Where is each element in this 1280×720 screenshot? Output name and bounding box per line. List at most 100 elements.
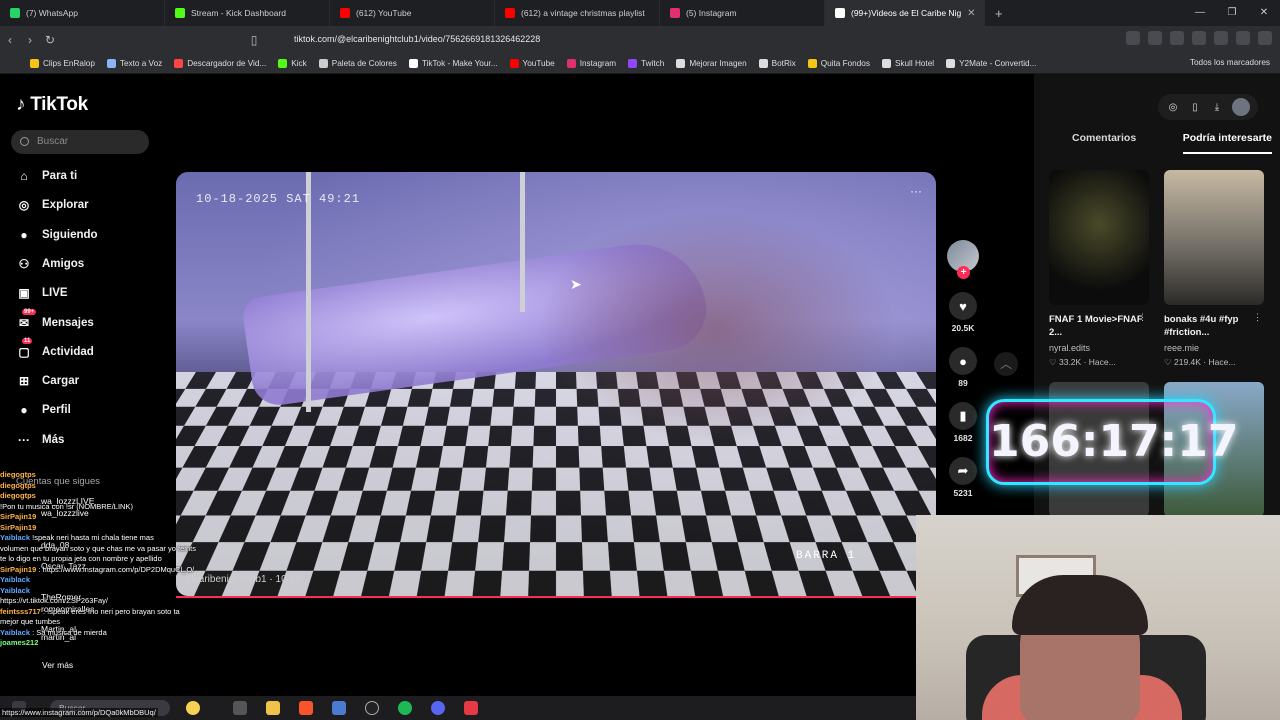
extension-icon[interactable]: [1126, 31, 1140, 45]
video-progress-bar[interactable]: [176, 596, 916, 598]
chat-message: SirPajin19: [0, 512, 240, 523]
back-icon[interactable]: ‹: [0, 33, 20, 47]
bookmark-item[interactable]: BotRix: [758, 58, 796, 68]
bookmark-item[interactable]: Y2Mate - Convertid...: [946, 58, 1036, 68]
explore-icon[interactable]: ◎: [1166, 100, 1180, 114]
like-action[interactable]: ♥ 20.5K: [945, 292, 981, 333]
bookmark-item[interactable]: Clips EnRalop: [30, 58, 95, 68]
suggested-video-card[interactable]: FNAF 1 Movie>FNAF 2... nyral.edits ♡ 33.…: [1049, 170, 1149, 368]
bookmark-item[interactable]: Quita Fondos: [807, 58, 870, 68]
browser-tab[interactable]: (612) YouTube: [330, 0, 495, 26]
extension-icon[interactable]: [1192, 31, 1206, 45]
bookmark-item[interactable]: Skull Hotel: [881, 58, 934, 68]
see-more-link[interactable]: Ver más: [42, 660, 73, 670]
video-timestamp: 10-18-2025 SAT 49:21: [196, 192, 361, 206]
card-user[interactable]: reee.mie: [1164, 343, 1264, 353]
menu-icon[interactable]: [1258, 31, 1272, 45]
comment-icon[interactable]: ●: [949, 347, 977, 375]
chat-message: SirPajin19: [0, 523, 240, 534]
chat-username: SirPajin19: [0, 564, 37, 574]
browser-tab[interactable]: (99+)Videos de El Caribe Nig ✕: [825, 0, 985, 26]
nav-item-mensajes[interactable]: ✉ Mensajes 99+: [16, 308, 94, 333]
chat-text: : https://www.instagram.com/p/DP2DMquCl_…: [38, 564, 195, 574]
card-user[interactable]: nyral.edits: [1049, 343, 1149, 353]
download-icon[interactable]: ⤓: [1210, 100, 1224, 114]
bookmark-item[interactable]: TikTok - Make Your...: [408, 58, 498, 68]
task-view-icon[interactable]: [233, 701, 247, 715]
spotify-icon[interactable]: [398, 701, 412, 715]
tab-podria-interesarte[interactable]: Podría interesarte: [1182, 132, 1272, 154]
video-thumbnail[interactable]: [1164, 170, 1264, 305]
card-more-icon[interactable]: ⋮: [1253, 312, 1262, 323]
heart-icon[interactable]: ♥: [949, 292, 977, 320]
more-options-icon[interactable]: ···: [910, 184, 922, 198]
upload-icon: ⊞: [18, 374, 30, 389]
search-input[interactable]: Buscar: [11, 130, 149, 154]
extension-icon[interactable]: [1214, 31, 1228, 45]
extension-icon[interactable]: [1148, 31, 1162, 45]
nav-item-actividad[interactable]: ▢ Actividad 11: [16, 337, 94, 362]
browser-tab[interactable]: Stream - Kick Dashboard: [165, 0, 330, 26]
share-icon[interactable]: ➦: [949, 457, 977, 485]
card-more-icon[interactable]: ⋮: [1138, 312, 1147, 323]
bookmark-save-icon[interactable]: ▮: [949, 402, 977, 430]
browser-tab[interactable]: (7) WhatsApp: [0, 0, 165, 26]
nav-item-perfil[interactable]: ● Perfil: [16, 400, 70, 420]
bookmark-item[interactable]: Paleta de Colores: [318, 58, 397, 68]
tab-comentarios[interactable]: Comentarios: [1050, 132, 1136, 154]
browser-tab[interactable]: (5) Instagram: [660, 0, 825, 26]
minimize-icon[interactable]: —: [1184, 0, 1216, 26]
comment-action[interactable]: ● 89: [945, 347, 981, 388]
scroll-up-icon[interactable]: ︿: [994, 352, 1018, 376]
close-tab-icon[interactable]: ✕: [967, 8, 975, 19]
store-icon[interactable]: [332, 701, 346, 715]
app-icon[interactable]: [464, 701, 478, 715]
nav-item-cargar[interactable]: ⊞ Cargar: [16, 371, 79, 391]
close-window-icon[interactable]: ✕: [1248, 0, 1280, 26]
restore-icon[interactable]: ❐: [1216, 0, 1248, 26]
tiktok-logo[interactable]: ♪ TikTok: [16, 94, 88, 116]
notification-badge: 99+: [22, 308, 37, 315]
reload-icon[interactable]: ↻: [40, 33, 60, 47]
nav-item-para-ti[interactable]: ⌂ Para ti: [16, 166, 77, 186]
forward-icon[interactable]: ›: [20, 33, 40, 47]
creator-avatar[interactable]: +: [947, 240, 979, 279]
bookmark-item[interactable]: Twitch: [628, 58, 664, 68]
bookmark-item[interactable]: Texto a Voz: [106, 58, 162, 68]
bookmark-favicon-icon: [318, 58, 328, 68]
bookmark-item[interactable]: Descargador de Vid...: [174, 58, 266, 68]
new-tab-icon[interactable]: +: [985, 6, 1013, 21]
nav-item-más[interactable]: ··· Más: [16, 430, 64, 450]
brave-icon[interactable]: [299, 701, 313, 715]
file-explorer-icon[interactable]: [266, 701, 280, 715]
bookmark-item[interactable]: Mejorar Imagen: [676, 58, 747, 68]
nav-label: LIVE: [42, 287, 68, 300]
obs-icon[interactable]: [365, 701, 379, 715]
video-thumbnail[interactable]: [1049, 170, 1149, 305]
bookmark-favicon-icon: [628, 58, 638, 68]
bookmark-icon[interactable]: ▯: [244, 33, 264, 47]
bookmark-item[interactable]: Instagram: [566, 58, 616, 68]
share-action[interactable]: ➦ 5231: [945, 457, 981, 498]
all-bookmarks[interactable]: Todos los marcadores: [1190, 58, 1270, 67]
device-icon[interactable]: ▯: [1188, 100, 1202, 114]
save-action[interactable]: ▮ 1682: [945, 402, 981, 443]
follow-plus-icon[interactable]: +: [957, 266, 970, 279]
url-field[interactable]: tiktok.com/@elcaribenightclub1/video/756…: [270, 30, 1000, 49]
more-icon: ···: [18, 432, 30, 447]
discord-icon[interactable]: [431, 701, 445, 715]
bookmark-item[interactable]: YouTube: [509, 58, 555, 68]
user-avatar[interactable]: [1232, 98, 1250, 116]
extension-icon[interactable]: [1236, 31, 1250, 45]
nav-item-amigos[interactable]: ⚇ Amigos: [16, 254, 85, 274]
extension-icon[interactable]: [1170, 31, 1184, 45]
notification-badge: 11: [22, 337, 33, 344]
widget-icon[interactable]: [186, 701, 200, 715]
suggested-video-card[interactable]: bonaks #4u #fyp #friction... reee.mie ♡ …: [1164, 170, 1264, 368]
nav-item-siguiendo[interactable]: ● Siguiendo: [16, 225, 97, 245]
nav-item-explorar[interactable]: ◎ Explorar: [16, 195, 89, 215]
nav-item-live[interactable]: ▣ LIVE: [16, 283, 68, 303]
bookmark-item[interactable]: Kick: [278, 58, 307, 68]
video-player[interactable]: 10-18-2025 SAT 49:21 BARRA 1 ··· ➤ elcar…: [176, 172, 936, 596]
browser-tab[interactable]: (612) a vintage christmas playlist: [495, 0, 660, 26]
